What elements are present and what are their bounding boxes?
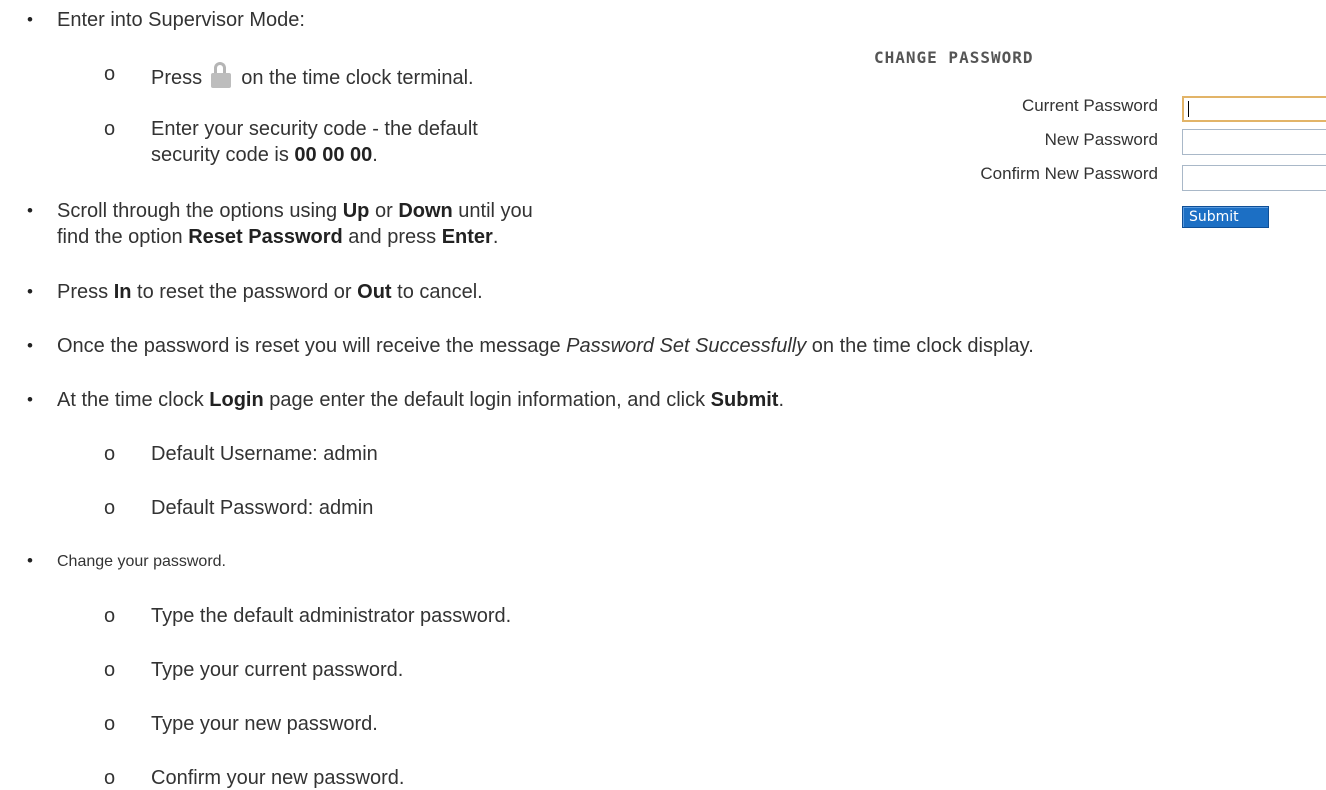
step-security-code-line2: security code is 00 00 00. — [151, 143, 378, 167]
bullet-marker: • — [27, 551, 33, 570]
bullet-marker: • — [27, 201, 33, 220]
new-password-input[interactable] — [1182, 129, 1326, 155]
lock-icon — [210, 62, 232, 88]
step-enter-supervisor: Enter into Supervisor Mode: — [57, 9, 305, 31]
text: security code is — [151, 144, 295, 166]
sub-marker: o — [104, 118, 116, 140]
text: . — [778, 389, 785, 411]
text: Scroll through the options using — [57, 200, 343, 222]
step-confirm-new: Confirm your new password. — [151, 767, 405, 789]
text: Once the password is reset you will rece… — [57, 335, 567, 357]
option-reset-password: Reset Password — [188, 226, 343, 248]
step-press-lock: Press on the time clock terminal. — [151, 62, 474, 90]
bullet-marker: • — [27, 390, 33, 409]
text: to reset the password or — [131, 281, 358, 303]
sub-marker: o — [104, 659, 116, 681]
text: and press — [342, 226, 442, 248]
confirm-password-input[interactable] — [1182, 165, 1326, 191]
step-login-page: At the time clock Login page enter the d… — [57, 388, 784, 412]
text: At the time clock — [57, 389, 210, 411]
current-password-input[interactable] — [1182, 96, 1326, 122]
default-username: Default Username: admin — [151, 443, 378, 465]
text: Press — [57, 281, 114, 303]
step-scroll-line1: Scroll through the options using Up or D… — [57, 199, 533, 223]
key-down: Down — [398, 200, 453, 222]
sub-marker: o — [104, 63, 116, 85]
bullet-marker: • — [27, 10, 33, 29]
text: . — [492, 226, 499, 248]
text: . — [372, 144, 378, 166]
sub-marker: o — [104, 767, 116, 789]
step-password-reset-message: Once the password is reset you will rece… — [57, 334, 1034, 358]
login-label: Login — [209, 389, 264, 411]
success-message: Password Set Successfully — [566, 335, 807, 357]
step-type-new: Type your new password. — [151, 713, 378, 735]
step-change-password: Change your password. — [57, 553, 226, 570]
default-code: 00 00 00 — [294, 144, 373, 166]
sub-marker: o — [104, 443, 116, 465]
bullet-marker: • — [27, 336, 33, 355]
submit-label: Submit — [710, 389, 779, 411]
press-text: Press — [151, 67, 203, 89]
text: page enter the default login information… — [263, 389, 711, 411]
sub-marker: o — [104, 713, 116, 735]
current-password-label: Current Password — [1021, 96, 1158, 115]
step-security-code-line1: Enter your security code - the default — [151, 118, 478, 140]
key-out: Out — [357, 281, 392, 303]
bullet-marker: • — [27, 282, 33, 301]
text: on the time clock display. — [806, 335, 1034, 357]
text: to cancel. — [391, 281, 483, 303]
new-password-label: New Password — [1044, 130, 1158, 149]
key-in: In — [113, 281, 132, 303]
sub-marker: o — [104, 497, 116, 519]
step-scroll-line2: find the option Reset Password and press… — [57, 225, 498, 249]
text: or — [369, 200, 399, 222]
key-up: Up — [342, 200, 370, 222]
text: find the option — [57, 226, 189, 248]
change-password-title: CHANGE PASSWORD — [874, 48, 1034, 67]
step-press-in: Press In to reset the password or Out to… — [57, 280, 483, 304]
step-type-current: Type your current password. — [151, 659, 404, 681]
default-password: Default Password: admin — [151, 497, 374, 519]
press-suffix: on the time clock terminal. — [241, 67, 474, 89]
step-type-default: Type the default administrator password. — [151, 605, 512, 627]
submit-button[interactable]: Submit — [1182, 206, 1269, 228]
confirm-password-label: Confirm New Password — [980, 164, 1158, 183]
sub-marker: o — [104, 605, 116, 627]
key-enter: Enter — [441, 226, 493, 248]
text: until you — [452, 200, 533, 222]
